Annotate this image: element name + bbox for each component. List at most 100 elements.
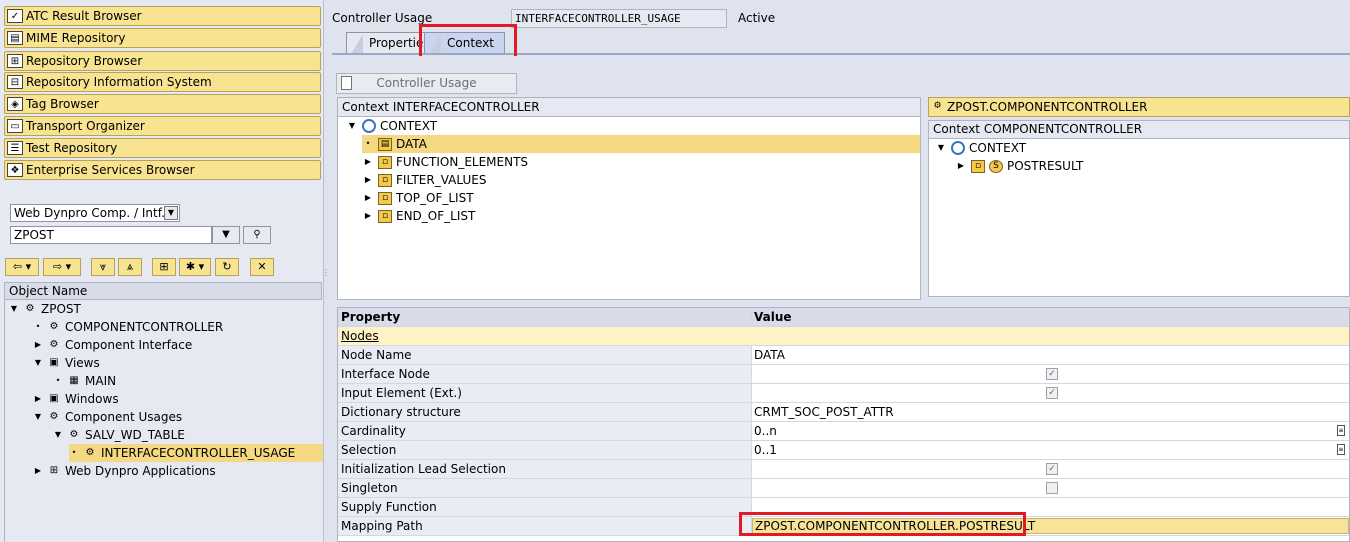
context-node-postresult[interactable]: ▶ ▫ S POSTRESULT (955, 157, 1083, 175)
init-lead-selection-checkbox[interactable]: ✓ (1046, 463, 1058, 475)
nav-transport-organizer[interactable]: ▭ Transport Organizer (4, 116, 321, 136)
nav-label: Test Repository (26, 141, 118, 155)
expanded-icon[interactable]: ▼ (33, 354, 43, 372)
hierarchy-button[interactable]: ⊞ (152, 258, 176, 276)
collapse-icon: ⩓ (126, 260, 134, 273)
tree-item-main[interactable]: • ▦ MAIN (53, 372, 116, 390)
expanded-icon[interactable]: ▼ (346, 117, 358, 135)
property-value[interactable]: CRMT_SOC_POST_ATTR (752, 403, 1349, 421)
context-node-top-of-list[interactable]: ▶ ▫ TOP_OF_LIST (362, 189, 474, 207)
nav-test-repository[interactable]: ☰ Test Repository (4, 138, 321, 158)
object-name-input[interactable]: ZPOST (10, 226, 212, 244)
nav-atc-result-browser[interactable]: ✓ ATC Result Browser (4, 6, 321, 26)
node-icon: ▫ (378, 155, 392, 169)
info-system-icon: ⊟ (7, 75, 23, 89)
column-header-property: Property (338, 308, 752, 326)
group-label: Nodes (338, 327, 1349, 345)
context-node-end-of-list[interactable]: ▶ ▫ END_OF_LIST (362, 207, 475, 225)
collapsed-icon[interactable]: ▶ (33, 390, 43, 408)
forward-button[interactable]: ⇨ ▾ (43, 258, 81, 276)
context-node-filter-values[interactable]: ▶ ▫ FILTER_VALUES (362, 171, 487, 189)
nav-mime-repository[interactable]: ▤ MIME Repository (4, 28, 321, 48)
tree-item-label: MAIN (85, 374, 117, 388)
collapsed-icon[interactable]: ▶ (362, 153, 374, 171)
controller-icon: ⚙ (49, 321, 59, 332)
object-type-select[interactable]: Web Dynpro Comp. / Intf. ▼ (10, 204, 180, 222)
chevron-down-icon[interactable]: ▼ (164, 206, 178, 220)
object-name-dropdown-button[interactable]: ▼ (212, 226, 240, 244)
refresh-icon: ↻ (222, 260, 232, 273)
expanded-icon[interactable]: ▼ (33, 408, 43, 426)
tree-item-component-interface[interactable]: ▶ ⚙ Component Interface (33, 336, 192, 354)
property-value[interactable]: DATA (752, 346, 1349, 364)
value-help-icon[interactable]: ≡ (1337, 425, 1345, 436)
collapsed-icon[interactable]: ▶ (362, 207, 374, 225)
component-icon: ⚙ (69, 429, 79, 440)
collapsed-icon[interactable]: ▶ (362, 171, 374, 189)
tab-label: Context (447, 36, 495, 50)
refresh-button[interactable]: ↻ (215, 258, 239, 276)
tree-item-label: Web Dynpro Applications (65, 464, 216, 478)
tree-item-views[interactable]: ▼ ▣ Views (33, 354, 100, 372)
left-navigation-panel: ✓ ATC Result Browser ▤ MIME Repository ⊞ Re… (0, 0, 330, 542)
tree-item-component-usages[interactable]: ▼ ⚙ Component Usages (33, 408, 182, 426)
context-right-tree: ▼ CONTEXT ▶ ▫ S POSTRESULT (928, 139, 1350, 297)
context-node-function-elements[interactable]: ▶ ▫ FUNCTION_ELEMENTS (362, 153, 528, 171)
singleton-checkbox[interactable] (1046, 482, 1058, 494)
collapse-all-button[interactable]: ⩓ (118, 258, 142, 276)
property-value[interactable] (752, 498, 1349, 516)
nav-repository-information-system[interactable]: ⊟ Repository Information System (4, 72, 321, 92)
collapsed-icon[interactable]: ▶ (362, 189, 374, 207)
object-tree-header: Object Name (4, 282, 322, 300)
property-name: Input Element (Ext.) (338, 384, 752, 402)
context-root[interactable]: ▼ CONTEXT (935, 139, 1026, 157)
property-value[interactable]: 0..1 ≡ (752, 441, 1349, 459)
selection-value: 0..1 (754, 443, 777, 457)
table-row: Supply Function (338, 498, 1349, 517)
expand-all-button[interactable]: ⩔ (91, 258, 115, 276)
settings-menu-button[interactable]: ✱ ▾ (179, 258, 211, 276)
context-root[interactable]: ▼ CONTEXT (346, 117, 437, 135)
tree-item-salv-wd-table[interactable]: ▼ ⚙ SALV_WD_TABLE (53, 426, 185, 444)
tree-item-interfacecontroller-usage[interactable]: • ⚙ INTERFACECONTROLLER_USAGE (69, 444, 323, 462)
context-tab-content: Controller Usage Context INTERFACECONTRO… (332, 56, 1350, 542)
expanded-icon[interactable]: ▼ (9, 300, 19, 318)
collapsed-icon[interactable]: ▶ (33, 462, 43, 480)
hierarchy-icon: ⊞ (7, 54, 23, 68)
input-element-checkbox[interactable]: ✓ (1046, 387, 1058, 399)
tree-item-label: ZPOST (41, 302, 81, 316)
tree-item-label: COMPONENTCONTROLLER (65, 320, 224, 334)
splitter-handle[interactable]: ⋮ (322, 268, 330, 288)
back-button[interactable]: ⇦ ▾ (5, 258, 39, 276)
expanded-icon[interactable]: ▼ (935, 139, 947, 157)
gear-icon: ✱ ▾ (185, 260, 205, 273)
componentcontroller-button[interactable]: ⚙ ZPOST.COMPONENTCONTROLLER (928, 97, 1350, 117)
nav-enterprise-services-browser[interactable]: ❖ Enterprise Services Browser (4, 160, 321, 180)
tree-item-componentcontroller[interactable]: • ⚙ COMPONENTCONTROLLER (33, 318, 224, 336)
expand-icon: ⩔ (99, 260, 107, 273)
interface-node-checkbox[interactable]: ✓ (1046, 368, 1058, 380)
nav-repository-browser[interactable]: ⊞ Repository Browser (4, 51, 321, 71)
property-name: Supply Function (338, 498, 752, 516)
leaf-bullet-icon: • (365, 139, 371, 148)
tree-item-windows[interactable]: ▶ ▣ Windows (33, 390, 119, 408)
display-object-button[interactable]: ⚲ (243, 226, 271, 244)
close-button[interactable]: ✕ (250, 258, 274, 276)
nav-tag-browser[interactable]: ◈ Tag Browser (4, 94, 321, 114)
collapsed-icon[interactable]: ▶ (955, 157, 967, 175)
value-help-icon[interactable]: ≡ (1337, 444, 1345, 455)
property-value[interactable]: 0..n ≡ (752, 422, 1349, 440)
node-icon: ▫ (378, 173, 392, 187)
tree-item-zpost[interactable]: ▼ ⚙ ZPOST (9, 300, 81, 318)
property-value[interactable]: ZPOST.COMPONENTCONTROLLER.POSTRESULT (752, 517, 1349, 535)
controller-usage-button[interactable]: Controller Usage (336, 73, 517, 94)
context-interfacecontroller-panel: Context INTERFACECONTROLLER ▼ CONTEXT • ▤ D… (337, 97, 921, 300)
leaf-bullet-icon: • (55, 376, 61, 385)
tree-item-web-dynpro-applications[interactable]: ▶ ⊞ Web Dynpro Applications (33, 462, 216, 480)
expanded-icon[interactable]: ▼ (53, 426, 63, 444)
tab-context[interactable]: Context (424, 32, 506, 54)
collapsed-icon[interactable]: ▶ (33, 336, 43, 354)
hierarchy-icon: ⊞ (159, 260, 169, 273)
context-node-data[interactable]: • ▤ DATA (362, 135, 920, 153)
mapping-path-field[interactable]: ZPOST.COMPONENTCONTROLLER.POSTRESULT (752, 518, 1349, 534)
